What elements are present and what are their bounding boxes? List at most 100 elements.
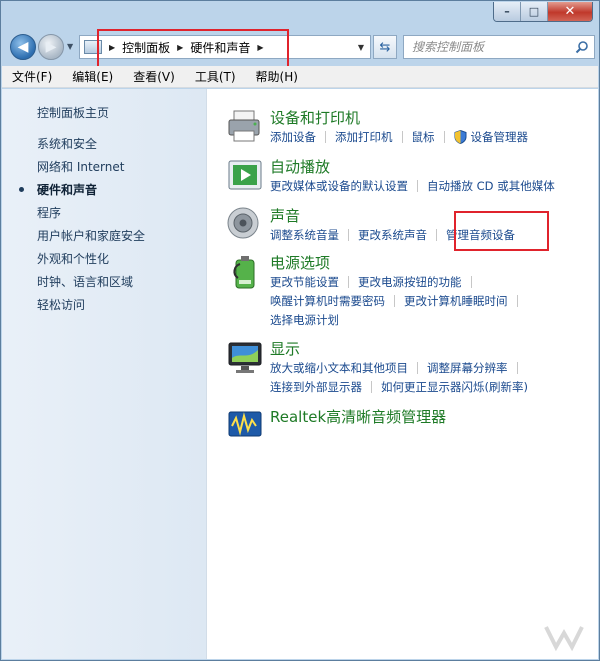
- link-separator: [417, 362, 418, 374]
- menu-tools[interactable]: 工具(T): [195, 68, 236, 85]
- recent-pages-dropdown[interactable]: ▼: [67, 42, 73, 51]
- address-highlight-box: [97, 29, 289, 71]
- sidebar-item-programs[interactable]: 程序: [37, 205, 145, 228]
- uac-shield-icon: [454, 130, 466, 144]
- sidebar-item-appearance[interactable]: 外观和个性化: [37, 251, 145, 274]
- sidebar-item-label: 时钟、语言和区域: [37, 275, 134, 289]
- link-autoplay-cd[interactable]: 自动播放 CD 或其他媒体: [427, 178, 555, 194]
- sidebar-item-label: 轻松访问: [37, 298, 86, 312]
- link-power-button-function[interactable]: 更改电源按钮的功能: [358, 274, 462, 290]
- back-button[interactable]: ◀: [10, 34, 36, 60]
- menu-bar: 文件(F) 编辑(E) 查看(V) 工具(T) 帮助(H): [2, 66, 598, 88]
- link-separator: [394, 295, 395, 307]
- link-separator: [436, 229, 437, 241]
- menu-help[interactable]: 帮助(H): [256, 68, 298, 85]
- sidebar: 控制面板主页 系统和安全 网络和 Internet 硬件和声音 程序 用户帐户和…: [2, 89, 207, 659]
- display-icon[interactable]: [226, 338, 266, 378]
- sidebar-item-label: 外观和个性化: [37, 252, 110, 266]
- watermark-logo-icon: [544, 626, 584, 652]
- maximize-button[interactable]: □: [521, 2, 548, 21]
- link-adjust-volume[interactable]: 调整系统音量: [270, 227, 339, 243]
- links-row: 连接到外部显示器 如何更正显示器闪烁(刷新率): [270, 379, 528, 395]
- search-input[interactable]: [412, 40, 562, 54]
- link-separator: [470, 276, 472, 288]
- arrow-left-icon: ◀: [17, 39, 29, 55]
- link-screen-resolution[interactable]: 调整屏幕分辨率: [427, 360, 508, 376]
- navigation-bar: ◀ ▶ ▼ ▶ 控制面板 ▶ 硬件和声音 ▶ ▼ ⇆: [5, 31, 597, 63]
- sidebar-home-link[interactable]: 控制面板主页: [37, 104, 109, 121]
- sidebar-item-system-security[interactable]: 系统和安全: [37, 136, 145, 159]
- category-title-realtek-audio[interactable]: Realtek高清晰音频管理器: [270, 406, 446, 427]
- link-external-display[interactable]: 连接到外部显示器: [270, 379, 362, 395]
- sidebar-item-label: 硬件和声音: [37, 183, 98, 197]
- close-button[interactable]: ✕: [548, 2, 592, 21]
- link-choose-power-plan[interactable]: 选择电源计划: [270, 312, 339, 328]
- link-add-printer[interactable]: 添加打印机: [335, 129, 393, 145]
- links-row: 唤醒计算机时需要密码 更改计算机睡眠时间: [270, 293, 527, 309]
- link-add-device[interactable]: 添加设备: [270, 129, 316, 145]
- link-text-size[interactable]: 放大或缩小文本和其他项目: [270, 360, 408, 376]
- sidebar-list: 系统和安全 网络和 Internet 硬件和声音 程序 用户帐户和家庭安全 外观…: [19, 136, 145, 320]
- category-title-sound[interactable]: 声音: [270, 205, 300, 226]
- link-separator: [516, 362, 518, 374]
- sidebar-item-label: 用户帐户和家庭安全: [37, 229, 146, 243]
- sidebar-item-label: 网络和 Internet: [37, 160, 125, 174]
- sidebar-item-ease-of-access[interactable]: 轻松访问: [37, 297, 145, 320]
- link-change-media-defaults[interactable]: 更改媒体或设备的默认设置: [270, 178, 408, 194]
- window-controls: – □ ✕: [493, 2, 593, 22]
- control-panel-window: – □ ✕ ◀ ▶ ▼ ▶ 控制面板 ▶ 硬件和声音 ▶ ▼ ⇆ 文件(F) 编…: [0, 0, 600, 661]
- current-item-bullet-icon: [19, 187, 24, 192]
- minimize-icon: –: [504, 5, 510, 18]
- link-power-saving-settings[interactable]: 更改节能设置: [270, 274, 339, 290]
- link-separator: [443, 131, 445, 143]
- forward-button[interactable]: ▶: [38, 34, 64, 60]
- link-separator: [516, 295, 518, 307]
- refresh-button[interactable]: ⇆: [373, 35, 397, 59]
- menu-edit[interactable]: 编辑(E): [72, 68, 113, 85]
- speaker-icon[interactable]: [226, 205, 266, 245]
- menu-view[interactable]: 查看(V): [133, 68, 175, 85]
- printer-icon[interactable]: [226, 107, 266, 147]
- links-row: 更改节能设置 更改电源按钮的功能: [270, 274, 481, 290]
- category-title-autoplay[interactable]: 自动播放: [270, 156, 330, 177]
- close-icon: ✕: [564, 4, 576, 19]
- maximize-icon: □: [528, 5, 540, 18]
- minimize-button[interactable]: –: [494, 2, 521, 21]
- audio-devices-highlight-box: [454, 211, 549, 251]
- sidebar-item-label: 系统和安全: [37, 137, 98, 151]
- link-separator: [417, 180, 418, 192]
- link-separator: [401, 131, 403, 143]
- links-row: 放大或缩小文本和其他项目 调整屏幕分辨率: [270, 360, 527, 376]
- power-icon[interactable]: [226, 252, 266, 292]
- category-title-display[interactable]: 显示: [270, 338, 300, 359]
- link-sleep-time[interactable]: 更改计算机睡眠时间: [404, 293, 508, 309]
- main-panel: 设备和打印机 添加设备 添加打印机 鼠标 设备管理器 自动播放 更改媒体或设备的…: [208, 89, 598, 659]
- search-box[interactable]: [403, 35, 595, 59]
- link-refresh-rate[interactable]: 如何更正显示器闪烁(刷新率): [381, 379, 528, 395]
- sidebar-item-label: 程序: [37, 206, 62, 220]
- realtek-audio-icon[interactable]: [226, 406, 266, 446]
- arrow-right-icon: ▶: [45, 39, 57, 55]
- link-change-system-sounds[interactable]: 更改系统声音: [358, 227, 427, 243]
- content-area: 控制面板主页 系统和安全 网络和 Internet 硬件和声音 程序 用户帐户和…: [2, 89, 598, 659]
- sidebar-item-network-internet[interactable]: 网络和 Internet: [37, 159, 145, 182]
- links-row: 添加设备 添加打印机 鼠标 设备管理器: [270, 129, 528, 145]
- category-title-devices-printers[interactable]: 设备和打印机: [270, 107, 360, 128]
- sidebar-item-hardware-sound[interactable]: 硬件和声音: [19, 182, 145, 205]
- link-wake-password[interactable]: 唤醒计算机时需要密码: [270, 293, 385, 309]
- category-title-power-options[interactable]: 电源选项: [270, 252, 330, 273]
- link-separator: [348, 276, 349, 288]
- refresh-icon: ⇆: [379, 39, 391, 55]
- link-mouse[interactable]: 鼠标: [412, 129, 435, 145]
- sidebar-item-user-accounts[interactable]: 用户帐户和家庭安全: [37, 228, 145, 251]
- autoplay-icon[interactable]: [226, 156, 266, 196]
- link-separator: [348, 229, 349, 241]
- links-row: 选择电源计划: [270, 312, 339, 328]
- address-dropdown-icon[interactable]: ▼: [358, 43, 364, 52]
- search-icon[interactable]: [575, 40, 589, 54]
- menu-file[interactable]: 文件(F): [12, 68, 52, 85]
- sidebar-item-clock-language-region[interactable]: 时钟、语言和区域: [37, 274, 145, 297]
- link-separator: [325, 131, 326, 143]
- links-row: 更改媒体或设备的默认设置 自动播放 CD 或其他媒体: [270, 178, 555, 194]
- link-device-manager[interactable]: 设备管理器: [471, 129, 529, 145]
